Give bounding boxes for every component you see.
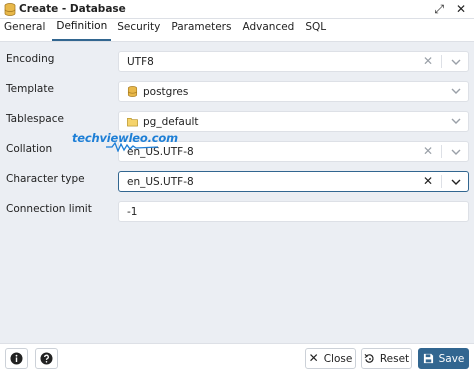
folder-icon <box>127 117 138 127</box>
reset-button[interactable]: Reset <box>361 348 412 369</box>
connection-limit-value: -1 <box>127 205 138 218</box>
dialog-title: Create - Database <box>19 3 126 15</box>
encoding-value: UTF8 <box>127 55 154 68</box>
info-button[interactable] <box>5 348 28 369</box>
chevron-down-icon[interactable] <box>450 85 462 97</box>
encoding-label: Encoding <box>6 53 55 65</box>
info-icon <box>10 352 23 365</box>
tab-security[interactable]: Security <box>117 18 166 41</box>
chevron-down-icon[interactable] <box>450 146 462 158</box>
reset-button-label: Reset <box>379 352 410 365</box>
tab-sql[interactable]: SQL <box>305 18 332 41</box>
dialog-titlebar: Create - Database ⤢ ✕ <box>0 0 474 19</box>
watermark-wave <box>106 142 158 152</box>
tablespace-label: Tablespace <box>6 113 64 125</box>
template-value: postgres <box>143 85 189 98</box>
tab-parameters[interactable]: Parameters <box>171 18 237 41</box>
character-type-value: en_US.UTF-8 <box>127 175 194 188</box>
close-button-label: Close <box>323 352 353 365</box>
help-icon <box>40 352 53 365</box>
separator <box>441 55 442 68</box>
character-type-label: Character type <box>6 173 85 185</box>
help-button[interactable] <box>35 348 58 369</box>
save-button-label: Save <box>438 352 465 365</box>
chevron-down-icon[interactable] <box>450 176 462 188</box>
close-icon[interactable]: ✕ <box>456 2 466 16</box>
tab-advanced[interactable]: Advanced <box>242 18 300 41</box>
clear-icon[interactable]: ✕ <box>423 145 433 158</box>
chevron-down-icon[interactable] <box>450 56 462 68</box>
encoding-select[interactable]: UTF8 ✕ <box>118 51 469 72</box>
tab-definition[interactable]: Definition <box>52 18 112 41</box>
tab-general[interactable]: General <box>4 18 51 41</box>
database-icon <box>127 86 138 97</box>
character-type-select[interactable]: en_US.UTF-8 ✕ <box>118 171 469 192</box>
separator <box>441 175 442 188</box>
tablespace-value: pg_default <box>143 115 199 128</box>
dialog-footer: ✕ Close Reset Save <box>0 343 474 372</box>
x-icon: ✕ <box>308 351 319 365</box>
connection-limit-label: Connection limit <box>6 203 92 215</box>
clear-icon[interactable]: ✕ <box>423 55 433 68</box>
template-label: Template <box>6 83 54 95</box>
chevron-down-icon[interactable] <box>450 115 462 127</box>
database-icon <box>4 2 16 16</box>
separator <box>441 145 442 158</box>
tablespace-select[interactable]: pg_default <box>118 111 469 132</box>
save-button[interactable]: Save <box>418 348 469 369</box>
reset-icon <box>364 353 374 363</box>
template-select[interactable]: postgres <box>118 81 469 102</box>
clear-icon[interactable]: ✕ <box>423 175 433 188</box>
close-button[interactable]: ✕ Close <box>305 348 356 369</box>
floppy-disk-icon <box>423 353 433 364</box>
collation-label: Collation <box>6 143 53 155</box>
connection-limit-input[interactable]: -1 <box>118 201 469 222</box>
expand-icon[interactable]: ⤢ <box>434 2 444 16</box>
tab-bar: General Definition Security Parameters A… <box>0 19 474 42</box>
